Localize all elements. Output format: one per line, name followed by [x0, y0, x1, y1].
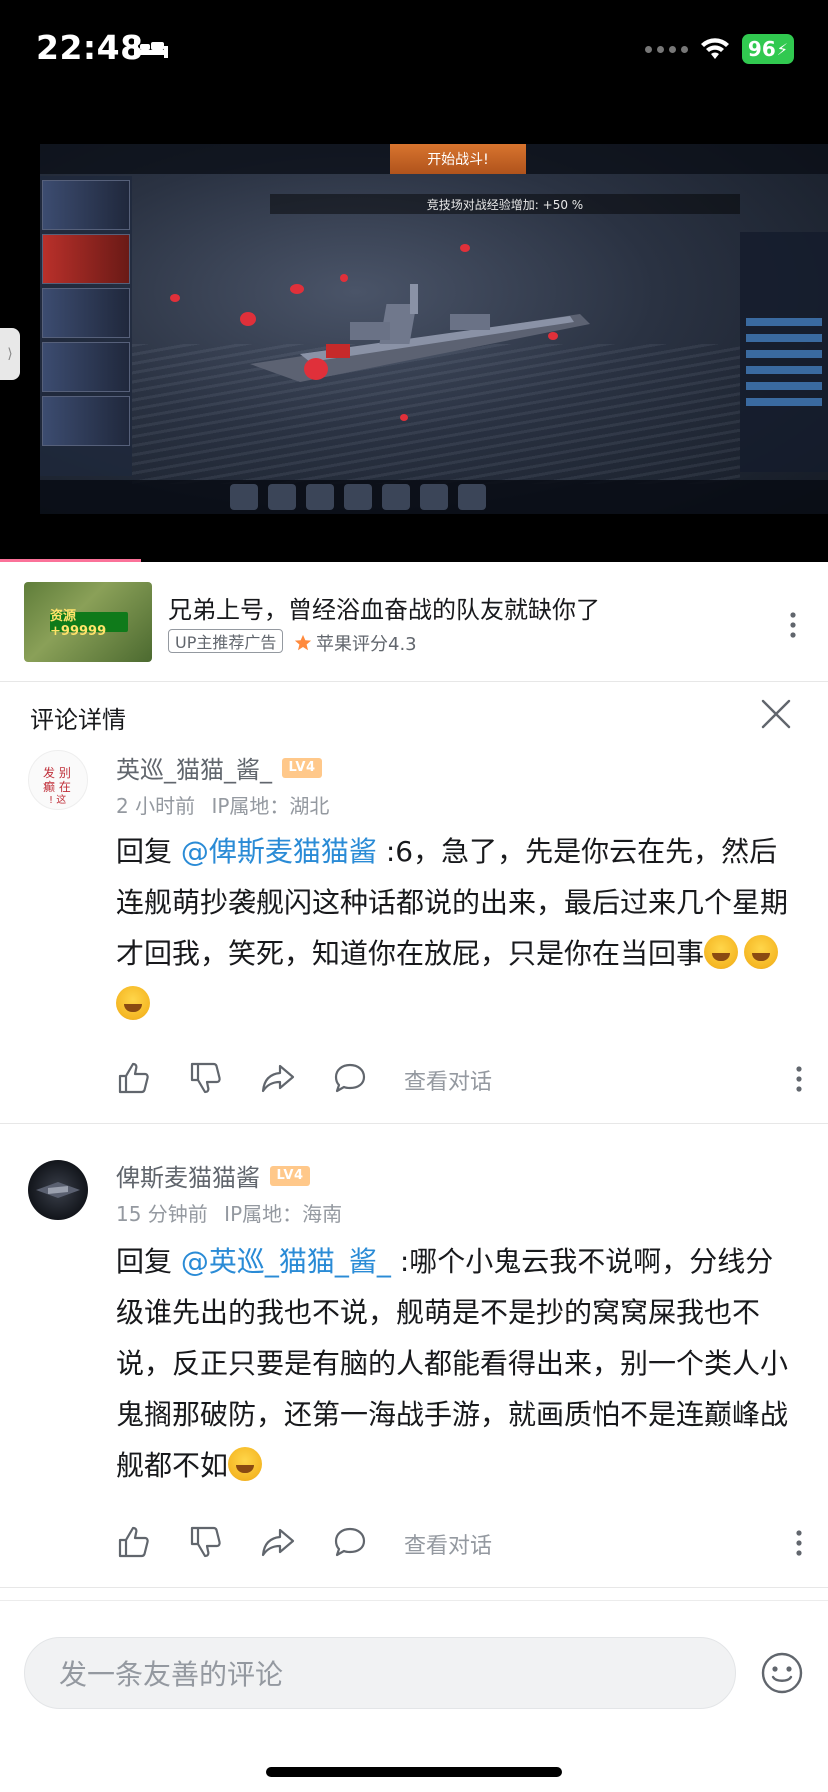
like-button[interactable] [116, 1060, 152, 1096]
thumbs-up-icon [118, 1526, 149, 1558]
comment-input-bar: 发一条友善的评论 [0, 1600, 828, 1792]
comment-bubble-icon [334, 1063, 366, 1093]
comment-meta: 15 分钟前 IP属地：海南 [116, 1198, 342, 1227]
comment-body: 回复 @俾斯麦猫猫酱 :6，急了，先是你云在先，然后连舰萌抄袭舰闪这种话都说的出… [116, 826, 796, 1030]
dislike-button[interactable] [188, 1060, 224, 1096]
ad-rating: 苹果评分4.3 [294, 630, 417, 656]
game-stats-panel [740, 232, 828, 472]
view-dialog-link[interactable]: 查看对话 [404, 1064, 492, 1096]
reply-button[interactable] [332, 1060, 368, 1096]
avatar-image: 发 别 癫 在 ! 这 [43, 765, 71, 806]
laughing-emoji-icon [116, 986, 150, 1020]
comment-input[interactable]: 发一条友善的评论 [24, 1637, 736, 1709]
battery-indicator: 96 ⚡ [741, 34, 794, 64]
more-options-icon[interactable] [794, 1064, 804, 1094]
sleep-mode-icon [134, 40, 168, 58]
level-badge: LV4 [270, 1165, 310, 1186]
comment-time: 2 小时前 [116, 794, 196, 818]
giggle-emoji-icon [228, 1447, 263, 1481]
svg-text:癫 在: 癫 在 [43, 779, 71, 794]
status-bar: 22:48 96 ⚡ [0, 0, 828, 100]
view-dialog-link[interactable]: 查看对话 [404, 1528, 492, 1560]
video-player[interactable]: 开始战斗! 竞技场对战经验增加: +50 % ⟩ [0, 100, 828, 562]
status-time: 22:48 [36, 28, 144, 67]
comment-ip: IP属地：海南 [224, 1202, 343, 1226]
svg-text:! 这: ! 这 [49, 793, 66, 806]
comment-ip: IP属地：湖北 [211, 794, 330, 818]
game-fleet-list [40, 176, 132, 476]
more-options-icon[interactable] [794, 1528, 804, 1558]
comment-username[interactable]: 英巡_猫猫_酱_ [116, 750, 272, 785]
comment-time: 15 分钟前 [116, 1202, 208, 1226]
comment-username-row: 俾斯麦猫猫酱 LV4 [116, 1158, 310, 1193]
comment-item: 俾斯麦猫猫酱 LV4 15 分钟前 IP属地：海南 回复 @英巡_猫猫_酱_ :… [0, 1150, 828, 1580]
avatar[interactable]: 发 别 癫 在 ! 这 [28, 750, 88, 810]
divider [0, 1587, 828, 1588]
battery-level: 96 [747, 37, 776, 61]
game-banner: 竞技场对战经验增加: +50 % [270, 194, 740, 214]
ad-tag: UP主推荐广告 [168, 629, 284, 653]
signal-icon [644, 45, 688, 53]
reply-prefix: 回复 [116, 1245, 181, 1278]
comment-actions: 查看对话 [116, 1060, 806, 1100]
dislike-button[interactable] [188, 1524, 224, 1560]
comment-username-row: 英巡_猫猫_酱_ LV4 [116, 750, 322, 785]
game-start-button: 开始战斗! [390, 144, 526, 174]
comment-username[interactable]: 俾斯麦猫猫酱 [116, 1158, 260, 1193]
comment-detail-title: 评论详情 [30, 706, 126, 734]
level-badge: LV4 [282, 757, 322, 778]
share-button[interactable] [260, 1060, 296, 1096]
comment-body: 回复 @英巡_猫猫_酱_ :哪个小鬼云我不说啊，分线分级谁先出的我也不说，舰萌是… [116, 1236, 796, 1491]
more-options-icon[interactable] [788, 610, 798, 640]
wifi-icon [700, 38, 729, 59]
mention-link[interactable]: @英巡_猫猫_酱_ [181, 1245, 391, 1278]
reply-prefix: 回复 [116, 835, 181, 868]
avatar[interactable] [28, 1160, 88, 1220]
comment-item: 发 别 癫 在 ! 这 英巡_猫猫_酱_ LV4 2 小时前 IP属地：湖北 回… [0, 740, 828, 1124]
game-bottombar [40, 480, 828, 514]
star-icon [294, 634, 312, 651]
side-drawer-handle[interactable]: ⟩ [0, 328, 20, 380]
ad-title[interactable]: 兄弟上号，曾经浴血奋战的队友就缺你了 [168, 590, 600, 625]
laughing-emoji-icon [704, 935, 739, 969]
battleship-image [250, 284, 590, 382]
ad-rating-text: 苹果评分4.3 [316, 634, 417, 655]
svg-text:发 别: 发 别 [43, 765, 71, 780]
comment-actions: 查看对话 [116, 1524, 806, 1564]
ad-thumb-badge: 资源+99999 [50, 609, 128, 639]
comment-meta: 2 小时前 IP属地：湖北 [116, 790, 329, 819]
divider [0, 1123, 828, 1124]
ad-thumbnail[interactable]: 资源+99999 [24, 582, 152, 662]
thumbs-up-icon [118, 1062, 149, 1094]
thumbs-down-icon [190, 1526, 221, 1558]
mention-link[interactable]: @俾斯麦猫猫酱 [181, 835, 377, 868]
like-button[interactable] [116, 1524, 152, 1560]
share-icon [261, 1528, 295, 1557]
avatar-image [36, 1182, 80, 1198]
close-icon[interactable] [760, 698, 792, 730]
home-indicator [266, 1767, 562, 1777]
share-icon [261, 1064, 295, 1093]
ad-card[interactable]: 资源+99999 兄弟上号，曾经浴血奋战的队友就缺你了 UP主推荐广告 苹果评分… [0, 562, 828, 682]
emoji-icon[interactable] [760, 1651, 804, 1695]
comment-bubble-icon [334, 1527, 366, 1557]
reply-button[interactable] [332, 1524, 368, 1560]
thumbs-down-icon [190, 1062, 221, 1094]
laughing-emoji-icon [744, 935, 779, 969]
video-frame[interactable]: 开始战斗! 竞技场对战经验增加: +50 % [40, 144, 828, 514]
share-button[interactable] [260, 1524, 296, 1560]
comment-text: :哪个小鬼云我不说啊，分线分级谁先出的我也不说，舰萌是不是抄的窝窝屎我也不说，反… [116, 1245, 789, 1482]
